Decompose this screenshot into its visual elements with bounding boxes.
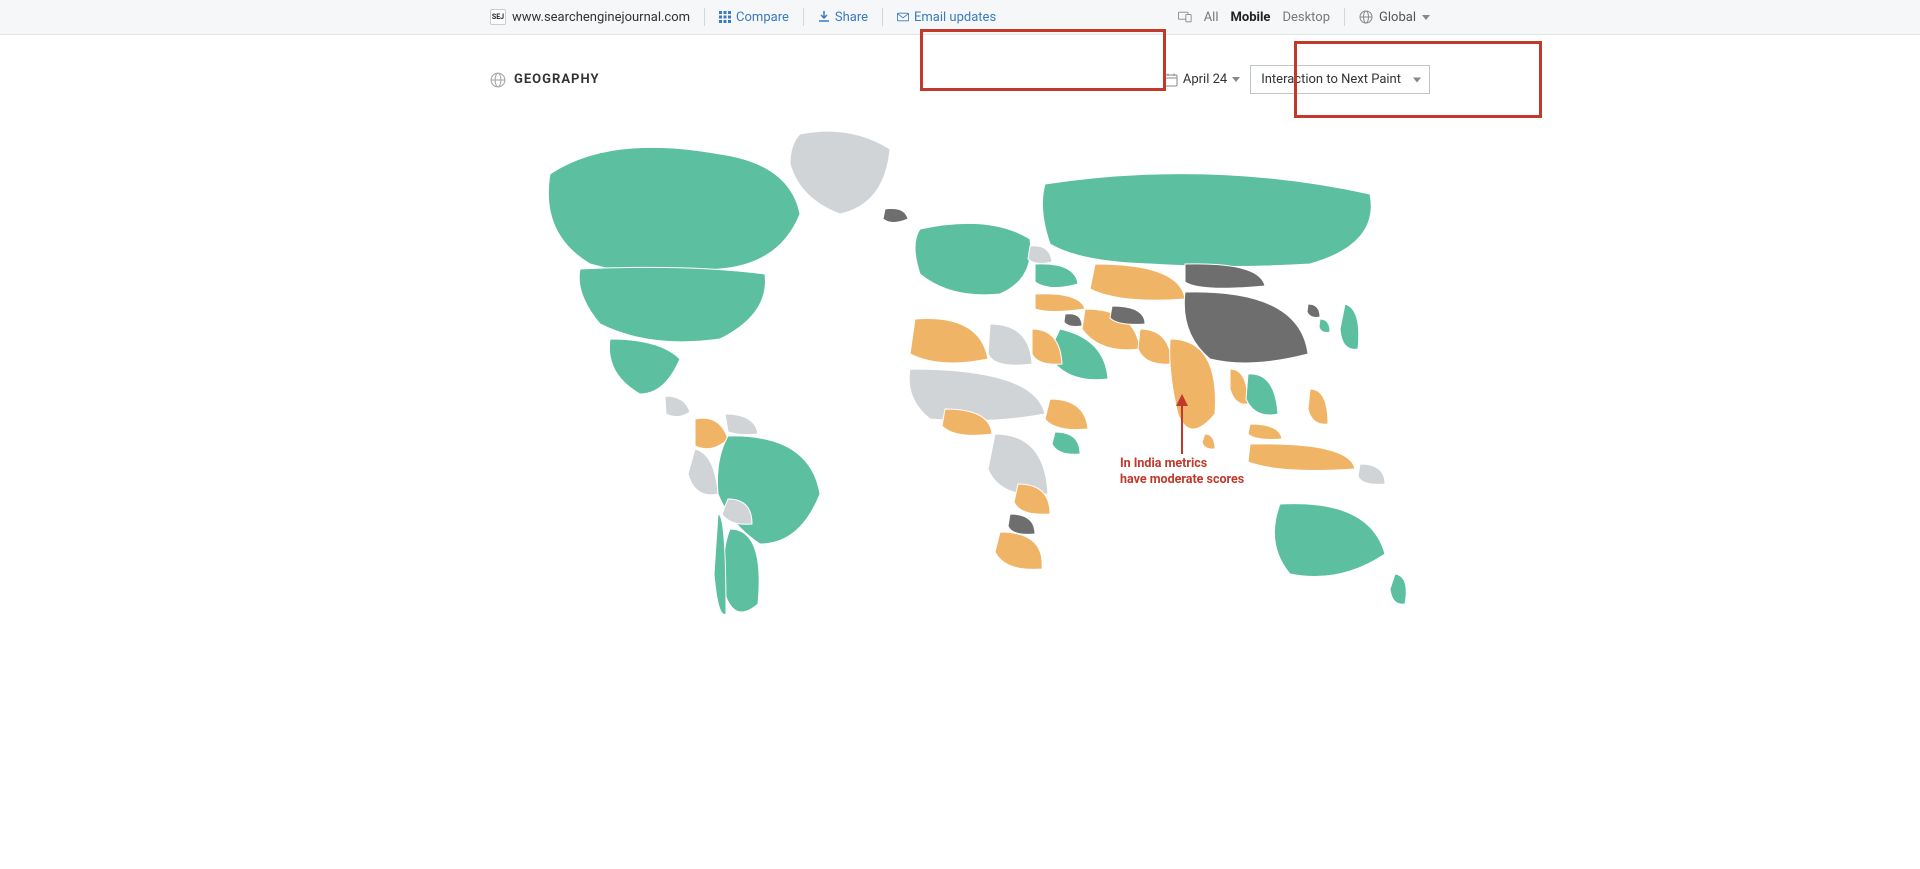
country-kenya[interactable]	[1052, 432, 1080, 454]
country-south-korea[interactable]	[1319, 319, 1330, 332]
separator	[803, 8, 804, 26]
country-turkey[interactable]	[1035, 294, 1085, 312]
country-greenland[interactable]	[790, 131, 890, 214]
chevron-down-icon	[1422, 15, 1430, 20]
country-syria[interactable]	[1064, 314, 1082, 327]
site-favicon: SEJ	[490, 9, 506, 25]
separator	[704, 8, 705, 26]
country-thailand-vietnam[interactable]	[1246, 374, 1278, 415]
country-usa[interactable]	[579, 267, 765, 342]
country-north-korea[interactable]	[1307, 304, 1320, 317]
country-australia[interactable]	[1274, 504, 1385, 577]
country-sri-lanka[interactable]	[1202, 434, 1215, 449]
section-title: GEOGRAPHY	[514, 72, 600, 87]
country-png[interactable]	[1358, 464, 1385, 484]
share-button[interactable]: Share	[818, 10, 868, 25]
country-mexico[interactable]	[609, 339, 680, 394]
country-morocco-algeria[interactable]	[910, 319, 988, 364]
chevron-down-icon	[1232, 77, 1240, 82]
country-myanmar[interactable]	[1230, 369, 1248, 404]
section-header: GEOGRAPHY April 24 Interaction to Next P…	[490, 65, 1430, 94]
country-colombia[interactable]	[695, 418, 728, 449]
main-content: GEOGRAPHY April 24 Interaction to Next P…	[180, 35, 1740, 694]
separator	[882, 8, 883, 26]
site-indicator: SEJ www.searchenginejournal.com	[490, 9, 690, 25]
tab-mobile[interactable]: Mobile	[1231, 10, 1271, 25]
country-argentina[interactable]	[723, 529, 759, 612]
mail-icon	[897, 11, 909, 23]
country-mongolia[interactable]	[1185, 264, 1265, 288]
country-libya[interactable]	[988, 324, 1032, 365]
country-iceland[interactable]	[883, 208, 908, 222]
email-updates-button[interactable]: Email updates	[897, 10, 996, 25]
compare-button[interactable]: Compare	[719, 10, 789, 25]
tab-desktop[interactable]: Desktop	[1282, 10, 1330, 25]
country-western-europe[interactable]	[915, 223, 1031, 294]
country-china[interactable]	[1184, 292, 1308, 363]
country-russia[interactable]	[1042, 174, 1371, 267]
country-belarus[interactable]	[1028, 246, 1052, 264]
country-chile[interactable]	[714, 514, 726, 615]
country-venezuela[interactable]	[725, 414, 758, 435]
country-peru[interactable]	[688, 449, 718, 495]
globe-icon	[1359, 10, 1373, 24]
chevron-down-icon	[1413, 77, 1421, 82]
region-picker[interactable]: Global	[1359, 10, 1430, 25]
country-south-africa[interactable]	[995, 532, 1042, 569]
tab-all[interactable]: All	[1204, 10, 1219, 25]
country-malaysia[interactable]	[1248, 424, 1282, 439]
country-botswana[interactable]	[1008, 514, 1035, 534]
country-ethiopia[interactable]	[1045, 399, 1088, 430]
download-icon	[818, 11, 830, 23]
separator	[1344, 8, 1345, 26]
calendar-icon	[1164, 73, 1178, 87]
globe-icon	[490, 72, 506, 88]
grid-icon	[719, 11, 731, 23]
month-picker[interactable]: April 24	[1164, 72, 1240, 87]
country-canada[interactable]	[548, 147, 800, 273]
site-url: www.searchenginejournal.com	[512, 10, 690, 25]
country-brazil[interactable]	[717, 436, 820, 544]
country-philippines[interactable]	[1308, 389, 1328, 424]
country-kazakhstan[interactable]	[1090, 264, 1185, 300]
devices-icon	[1178, 10, 1192, 24]
toolbar: SEJ www.searchenginejournal.com Compare …	[0, 0, 1920, 35]
country-new-zealand[interactable]	[1390, 574, 1406, 604]
country-ukraine[interactable]	[1035, 264, 1078, 288]
country-japan[interactable]	[1340, 304, 1359, 349]
country-indonesia[interactable]	[1248, 444, 1355, 471]
world-map[interactable]: In India metrics have moderate scores	[490, 114, 1430, 654]
country-guatemala[interactable]	[665, 396, 690, 417]
country-sahel[interactable]	[909, 369, 1045, 421]
device-tabs: All Mobile Desktop	[1178, 10, 1330, 25]
country-pakistan[interactable]	[1138, 329, 1172, 364]
metric-dropdown[interactable]: Interaction to Next Paint	[1250, 65, 1430, 94]
country-turkmenistan[interactable]	[1110, 306, 1145, 324]
